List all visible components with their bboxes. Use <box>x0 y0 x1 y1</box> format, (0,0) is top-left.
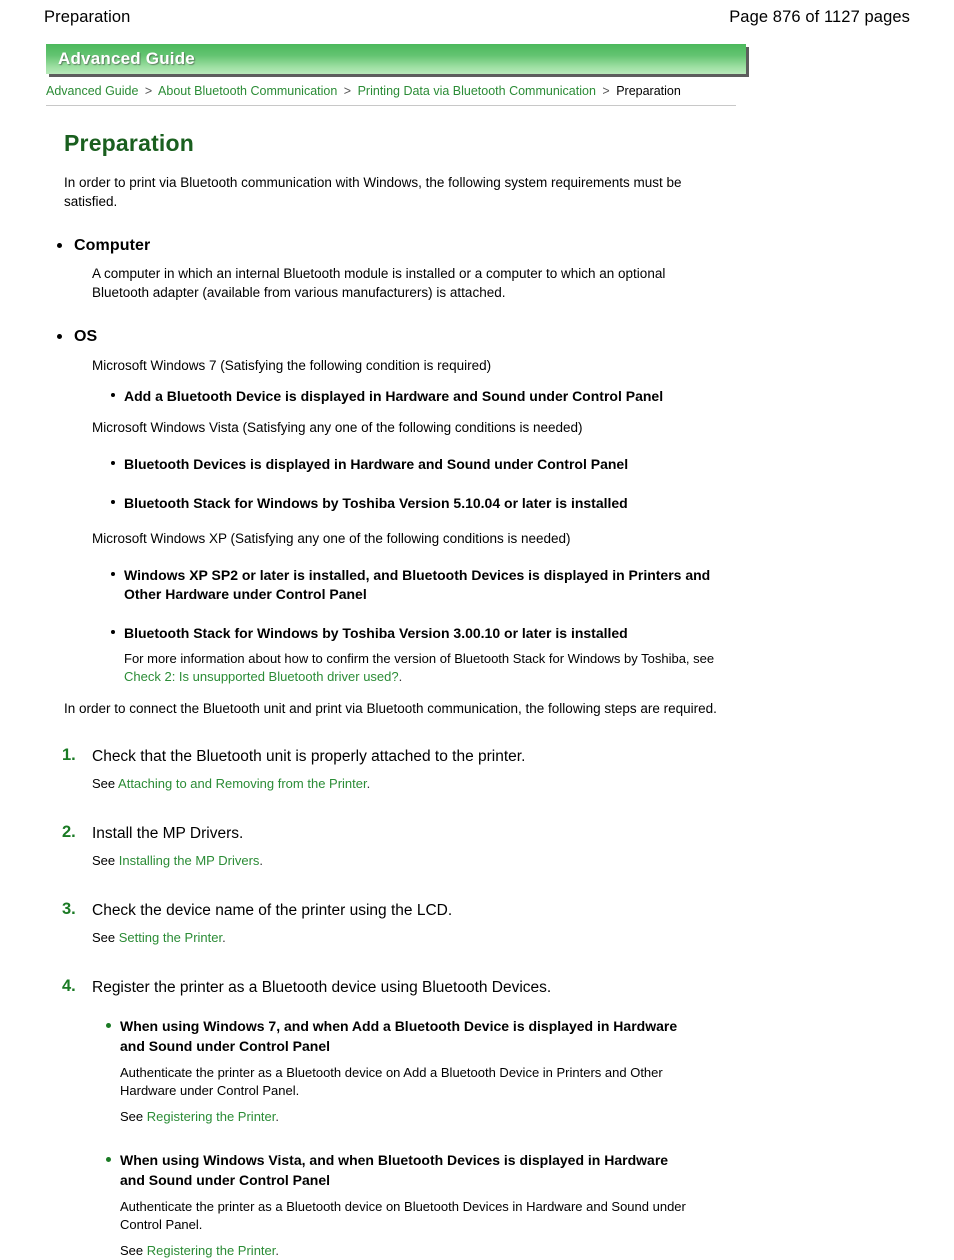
group-body: Authenticate the printer as a Bluetooth … <box>120 1199 686 1232</box>
step-title: Check the device name of the printer usi… <box>92 902 453 919</box>
condition-text: Bluetooth Stack for Windows by Toshiba V… <box>124 625 628 641</box>
advanced-guide-banner-label: Advanced Guide <box>58 49 195 68</box>
link-check-2-unsupported-bluetooth-driver[interactable]: Check 2: Is unsupported Bluetooth driver… <box>124 669 399 684</box>
see-suffix: . <box>222 930 226 945</box>
list-item: Add a Bluetooth Device is displayed in H… <box>111 387 926 406</box>
bullet-icon <box>57 243 62 248</box>
advanced-guide-banner-wrapper: Advanced Guide <box>46 44 746 74</box>
see-label: See <box>120 1243 147 1258</box>
see-label: See <box>92 853 119 868</box>
bullet-icon <box>111 572 115 576</box>
step-item-2: 2. Install the MP Drivers. See Installin… <box>62 823 926 870</box>
document-content: Advanced Guide Advanced Guide > About Bl… <box>46 44 926 1260</box>
link-setting-the-printer[interactable]: Setting the Printer <box>119 930 222 945</box>
breadcrumb-item-advanced-guide[interactable]: Advanced Guide <box>46 84 138 98</box>
group-heading: When using Windows Vista, and when Bluet… <box>120 1152 669 1188</box>
bullet-icon <box>111 630 115 634</box>
see-suffix: . <box>275 1243 279 1258</box>
see-suffix: . <box>259 853 264 868</box>
os-xp-conditions: Windows XP SP2 or later is installed, an… <box>74 566 926 686</box>
os-vista-conditions: Bluetooth Devices is displayed in Hardwa… <box>74 455 926 513</box>
os-vista-line: Microsoft Windows Vista (Satisfying any … <box>92 420 583 435</box>
os-windows7-conditions: Add a Bluetooth Device is displayed in H… <box>74 387 926 406</box>
condition-text: Bluetooth Stack for Windows by Toshiba V… <box>124 495 628 511</box>
page-title: Preparation <box>64 130 195 156</box>
bullet-icon <box>106 1157 111 1162</box>
advanced-guide-banner: Advanced Guide <box>46 44 746 74</box>
step-item-3: 3. Check the device name of the printer … <box>62 900 926 947</box>
bullet-icon <box>57 334 62 339</box>
steps-list: 1. Check that the Bluetooth unit is prop… <box>46 746 926 1260</box>
step-item-1: 1. Check that the Bluetooth unit is prop… <box>62 746 926 793</box>
breadcrumb-divider <box>46 105 736 106</box>
step-see-reference: See Installing the MP Drivers. <box>92 852 926 870</box>
intro-paragraph: In order to print via Bluetooth communic… <box>64 175 682 209</box>
requirement-computer: Computer A computer in which an internal… <box>57 237 926 302</box>
connect-note-paragraph: In order to connect the Bluetooth unit a… <box>64 701 717 716</box>
requirement-computer-heading: Computer <box>74 237 151 254</box>
condition-text: Windows XP SP2 or later is installed, an… <box>124 567 711 602</box>
see-label: See <box>120 1109 147 1124</box>
group-heading: When using Windows 7, and when Add a Blu… <box>120 1018 678 1054</box>
breadcrumb-item-preparation: Preparation <box>616 84 681 98</box>
list-item: Bluetooth Stack for Windows by Toshiba V… <box>111 624 926 686</box>
step-number: 4. <box>62 977 76 995</box>
group-see-reference: See Registering the Printer. <box>120 1108 926 1126</box>
condition-note-suffix: . <box>398 669 403 684</box>
see-suffix: . <box>366 776 371 791</box>
list-item: When using Windows Vista, and when Bluet… <box>106 1150 926 1260</box>
breadcrumb-item-about-bluetooth-communication[interactable]: About Bluetooth Communication <box>158 84 337 98</box>
requirement-computer-body: A computer in which an internal Bluetoot… <box>92 266 666 300</box>
step-number: 1. <box>62 746 76 764</box>
step-see-reference: See Setting the Printer. <box>92 929 926 947</box>
link-attaching-to-and-removing-from-the-printer[interactable]: Attaching to and Removing from the Print… <box>118 776 367 791</box>
breadcrumb-separator: > <box>602 84 610 98</box>
breadcrumb: Advanced Guide > About Bluetooth Communi… <box>46 83 926 99</box>
page-header: Preparation Page 876 of 1127 pages <box>0 0 954 34</box>
list-item: Windows XP SP2 or later is installed, an… <box>111 566 926 604</box>
step-title: Install the MP Drivers. <box>92 825 244 842</box>
link-registering-the-printer[interactable]: Registering the Printer <box>147 1243 276 1258</box>
page-header-title: Preparation <box>44 7 131 26</box>
step-number: 3. <box>62 900 76 918</box>
step-title: Check that the Bluetooth unit is properl… <box>92 748 526 765</box>
condition-note: For more information about how to confir… <box>124 650 734 686</box>
see-label: See <box>92 930 119 945</box>
os-xp-line: Microsoft Windows XP (Satisfying any one… <box>92 531 571 546</box>
list-item: Bluetooth Stack for Windows by Toshiba V… <box>111 494 926 513</box>
bullet-icon <box>111 393 115 397</box>
bullet-icon <box>111 500 115 504</box>
bullet-icon <box>106 1023 111 1028</box>
condition-text: Bluetooth Devices is displayed in Hardwa… <box>124 456 629 472</box>
link-registering-the-printer[interactable]: Registering the Printer <box>147 1109 276 1124</box>
see-label: See <box>92 776 119 791</box>
step-title: Register the printer as a Bluetooth devi… <box>92 979 552 996</box>
requirements-list: Computer A computer in which an internal… <box>46 237 926 686</box>
condition-text: Add a Bluetooth Device is displayed in H… <box>124 388 664 404</box>
list-item: Bluetooth Devices is displayed in Hardwa… <box>111 455 926 474</box>
requirement-os: OS Microsoft Windows 7 (Satisfying the f… <box>57 328 926 686</box>
condition-note-prefix: For more information about how to confir… <box>124 651 715 666</box>
step-number: 2. <box>62 823 76 841</box>
bullet-icon <box>111 461 115 465</box>
group-see-reference: See Registering the Printer. <box>120 1242 926 1260</box>
step-item-4: 4. Register the printer as a Bluetooth d… <box>62 977 926 1260</box>
requirement-os-heading: OS <box>74 328 98 345</box>
group-body: Authenticate the printer as a Bluetooth … <box>120 1065 663 1098</box>
breadcrumb-separator: > <box>144 84 153 98</box>
breadcrumb-item-printing-data-via-bluetooth-communication[interactable]: Printing Data via Bluetooth Communicatio… <box>358 84 596 98</box>
link-installing-the-mp-drivers[interactable]: Installing the MP Drivers <box>119 853 260 868</box>
breadcrumb-separator: > <box>343 84 352 98</box>
os-windows7-line: Microsoft Windows 7 (Satisfying the foll… <box>92 358 492 373</box>
list-item: When using Windows 7, and when Add a Blu… <box>106 1016 926 1126</box>
step-see-reference: See Attaching to and Removing from the P… <box>92 775 926 793</box>
see-suffix: . <box>275 1109 279 1124</box>
step-4-groups: When using Windows 7, and when Add a Blu… <box>62 1016 926 1260</box>
page-header-pagination: Page 876 of 1127 pages <box>729 7 910 26</box>
